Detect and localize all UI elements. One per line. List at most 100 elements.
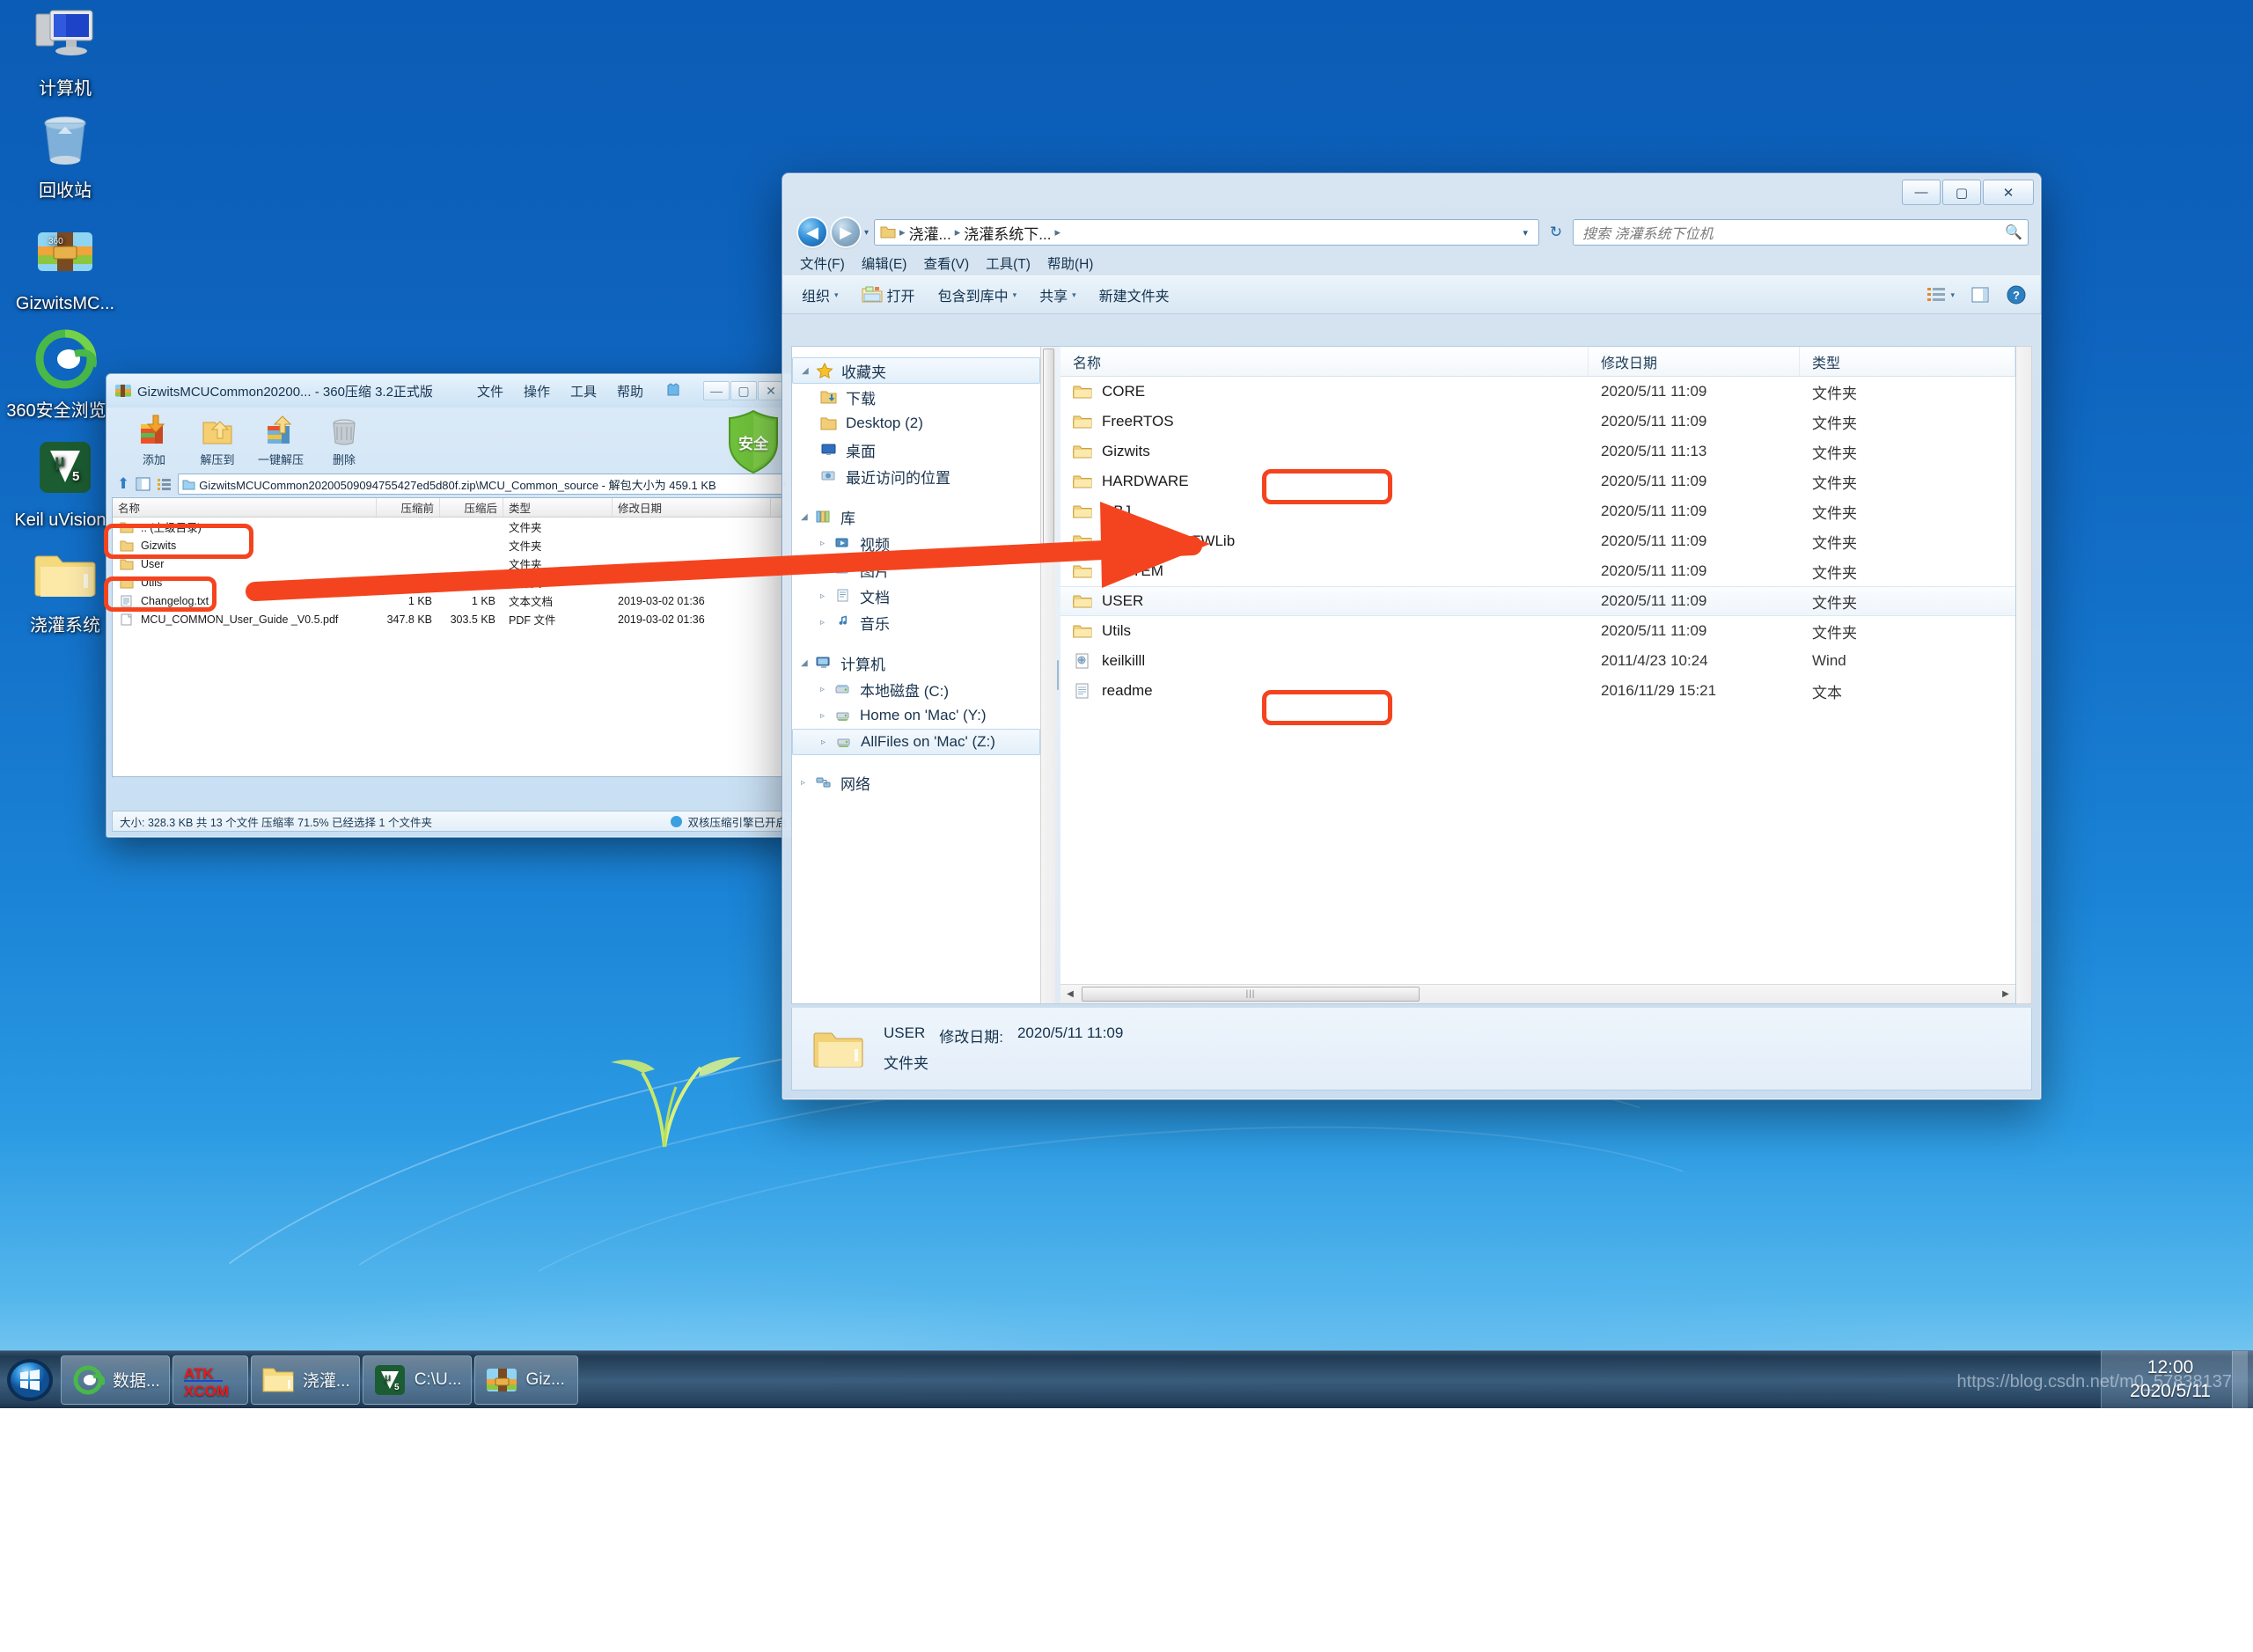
- expand-triangle-icon[interactable]: ▹: [821, 738, 835, 747]
- expand-triangle-icon[interactable]: ◢: [801, 512, 815, 522]
- zip-extract-to-button[interactable]: 解压到: [186, 410, 249, 467]
- table-row[interactable]: SYSTEM 2020/5/11 11:09 文件夹: [1060, 556, 2015, 586]
- zip-menu-file[interactable]: 文件: [477, 382, 503, 400]
- table-row[interactable]: keilkilll 2011/4/23 10:24 Wind: [1060, 646, 2015, 676]
- table-row[interactable]: OBJ 2020/5/11 11:09 文件夹: [1060, 496, 2015, 526]
- explorer-body[interactable]: ◢ 收藏夹 下载 Desktop (2) 桌面 最近访问的位置: [791, 346, 2032, 1004]
- menu-view[interactable]: 查看(V): [923, 253, 969, 273]
- address-bar[interactable]: ▸ 浇灌... ▸ 浇灌系统下... ▸ ▾: [874, 219, 1539, 246]
- expand-triangle-icon[interactable]: ▹: [820, 591, 834, 601]
- zip-one-click-extract-button[interactable]: 一键解压: [249, 410, 312, 467]
- zip-up-icon[interactable]: ⬆: [117, 475, 129, 493]
- zip-menu-help[interactable]: 帮助: [617, 382, 643, 400]
- forward-button[interactable]: ▶: [832, 218, 860, 246]
- taskbar-item-irrigation-folder[interactable]: 浇灌...: [251, 1355, 360, 1405]
- file-list-pane[interactable]: 名称 修改日期 类型 CORE 2020/5/11 11:09 文件夹 Free…: [1060, 346, 2016, 1004]
- menu-tools[interactable]: 工具(T): [986, 253, 1031, 273]
- scrollbar-thumb[interactable]: [1043, 349, 1054, 551]
- table-row[interactable]: HARDWARE 2020/5/11 11:09 文件夹: [1060, 466, 2015, 496]
- expand-triangle-icon[interactable]: ◢: [801, 658, 815, 668]
- expand-triangle-icon[interactable]: ▹: [801, 778, 815, 788]
- scrollbar-track[interactable]: |||: [1080, 985, 1996, 1003]
- table-row[interactable]: FreeRTOS 2020/5/11 11:09 文件夹: [1060, 407, 2015, 437]
- nav-item-home-on-mac-y[interactable]: ▹ Home on 'Mac' (Y:): [792, 702, 1055, 729]
- column-header-date[interactable]: 修改日期: [1589, 347, 1800, 376]
- zip-menu-tools[interactable]: 工具: [570, 382, 597, 400]
- nav-section-computer[interactable]: ◢ 计算机: [792, 650, 1055, 676]
- nav-section-favorites[interactable]: ◢ 收藏夹: [792, 357, 1040, 384]
- share-button[interactable]: 共享 ▾: [1039, 284, 1076, 305]
- zip-path-input[interactable]: GizwitsMCUCommon20200509094755427ed5d80f…: [178, 474, 791, 495]
- menu-edit[interactable]: 编辑(E): [862, 253, 907, 273]
- explorer-minimize-button[interactable]: —: [1902, 180, 1941, 205]
- explorer-close-button[interactable]: ✕: [1983, 180, 2034, 205]
- taskbar-item-atk-xcom[interactable]: ATKXCOM: [172, 1355, 248, 1405]
- nav-section-libraries[interactable]: ◢ 库: [792, 503, 1055, 530]
- refresh-button[interactable]: ↻: [1545, 224, 1567, 241]
- taskbar-item-360-browser[interactable]: 数据...: [61, 1355, 170, 1405]
- table-row[interactable]: Utils 2020/5/11 11:09 文件夹: [1060, 616, 2015, 646]
- zip-menubar[interactable]: 文件 操作 工具 帮助 — ▢ ✕: [477, 381, 800, 400]
- command-bar-right-group[interactable]: ▾ ?: [1926, 284, 2030, 305]
- menu-help[interactable]: 帮助(H): [1047, 253, 1094, 273]
- taskbar-item-gizwits-archive[interactable]: Giz...: [474, 1355, 578, 1405]
- expand-triangle-icon[interactable]: ▹: [820, 711, 834, 721]
- zip-maximize-button[interactable]: ▢: [730, 381, 757, 400]
- help-button[interactable]: ?: [2006, 284, 2027, 305]
- expand-triangle-icon[interactable]: ▹: [820, 539, 834, 548]
- open-button[interactable]: 打开: [862, 284, 915, 305]
- scroll-left-arrow[interactable]: ◀: [1060, 989, 1080, 999]
- zip-list-item[interactable]: Utils 文件夹: [113, 573, 794, 591]
- explorer-window[interactable]: — ▢ ✕ ◀ ▶ ▾ ▸ 浇灌... ▸ 浇灌系统下... ▸ ▾ ↻ 搜索 …: [782, 173, 2042, 1100]
- zip-view-toggle-icon[interactable]: [136, 477, 150, 491]
- column-header-type[interactable]: 类型: [1800, 347, 2015, 376]
- zip-column-date[interactable]: 修改日期: [613, 498, 771, 517]
- new-folder-button[interactable]: 新建文件夹: [1099, 284, 1170, 305]
- organize-button[interactable]: 组织 ▾: [802, 284, 839, 305]
- navigation-pane[interactable]: ◢ 收藏夹 下载 Desktop (2) 桌面 最近访问的位置: [791, 346, 1055, 1004]
- search-input[interactable]: 搜索 浇灌系统下位机 🔍: [1573, 219, 2029, 246]
- explorer-maximize-button[interactable]: ▢: [1942, 180, 1981, 205]
- explorer-navigation-row[interactable]: ◀ ▶ ▾ ▸ 浇灌... ▸ 浇灌系统下... ▸ ▾ ↻ 搜索 浇灌系统下位…: [782, 214, 2041, 251]
- zip-skin-icon[interactable]: [664, 382, 683, 400]
- desktop-icon-recycle-bin[interactable]: 回收站: [0, 107, 130, 202]
- preview-pane-button[interactable]: [1970, 286, 1990, 304]
- zip-column-before[interactable]: 压缩前: [377, 498, 440, 517]
- back-button[interactable]: ◀: [798, 218, 826, 246]
- zip-toolbar[interactable]: 添加 解压到 一键解压 删除 安全: [106, 407, 800, 471]
- taskbar[interactable]: 数据... ATKXCOM 浇灌... μ5 C:\U... Giz... 12…: [0, 1350, 2253, 1408]
- search-icon[interactable]: 🔍: [2005, 224, 2022, 241]
- navigation-pane-scrollbar[interactable]: [1040, 347, 1055, 1003]
- nav-item-desktop-2[interactable]: Desktop (2): [792, 410, 1055, 437]
- table-row[interactable]: USER 2020/5/11 11:09 文件夹: [1060, 586, 2015, 616]
- nav-section-network[interactable]: ▹ 网络: [792, 769, 1055, 796]
- desktop-icon-computer[interactable]: 计算机: [0, 5, 130, 99]
- zip-list-item[interactable]: User 文件夹: [113, 554, 794, 573]
- show-desktop-button[interactable]: [2232, 1351, 2248, 1408]
- zip-list-item[interactable]: .. (上级目录) 文件夹: [113, 518, 794, 536]
- zip-column-type[interactable]: 类型: [503, 498, 613, 517]
- taskbar-item-keil-uvision[interactable]: μ5 C:\U...: [363, 1355, 472, 1405]
- explorer-titlebar[interactable]: — ▢ ✕: [782, 173, 2041, 214]
- breadcrumb-item-1[interactable]: 浇灌...: [909, 222, 951, 244]
- zip-add-button[interactable]: 添加: [122, 410, 186, 467]
- nav-item-music[interactable]: ▹ 音乐: [792, 609, 1055, 635]
- start-button[interactable]: [3, 1355, 57, 1406]
- breadcrumb-item-2[interactable]: 浇灌系统下...: [964, 222, 1051, 244]
- file-column-headers[interactable]: 名称 修改日期 类型: [1060, 347, 2015, 377]
- expand-triangle-icon[interactable]: ▹: [820, 685, 834, 694]
- zip-list-view-icon[interactable]: [157, 477, 172, 491]
- explorer-command-bar[interactable]: 组织 ▾ 打开 包含到库中 ▾ 共享 ▾ 新建文件夹 ▾ ?: [782, 275, 2041, 314]
- table-row[interactable]: CORE 2020/5/11 11:09 文件夹: [1060, 377, 2015, 407]
- chevron-down-icon[interactable]: ▾: [1517, 227, 1533, 239]
- zip-column-headers[interactable]: 名称 压缩前 压缩后 类型 修改日期: [113, 498, 794, 518]
- explorer-menubar[interactable]: 文件(F) 编辑(E) 查看(V) 工具(T) 帮助(H): [782, 251, 2041, 275]
- table-row[interactable]: STM32F10x_FWLib 2020/5/11 11:09 文件夹: [1060, 526, 2015, 556]
- menu-file[interactable]: 文件(F): [800, 253, 845, 273]
- table-row[interactable]: readme 2016/11/29 15:21 文本: [1060, 676, 2015, 706]
- include-in-library-button[interactable]: 包含到库中 ▾: [938, 284, 1017, 305]
- nav-item-documents[interactable]: ▹ 文档: [792, 583, 1055, 609]
- zip-file-list[interactable]: 名称 压缩前 压缩后 类型 修改日期 .. (上级目录) 文件夹 Gizwits…: [112, 497, 795, 777]
- expand-triangle-icon[interactable]: ◢: [802, 366, 816, 376]
- zip-pathbar[interactable]: ⬆ GizwitsMCUCommon20200509094755427ed5d8…: [106, 471, 800, 497]
